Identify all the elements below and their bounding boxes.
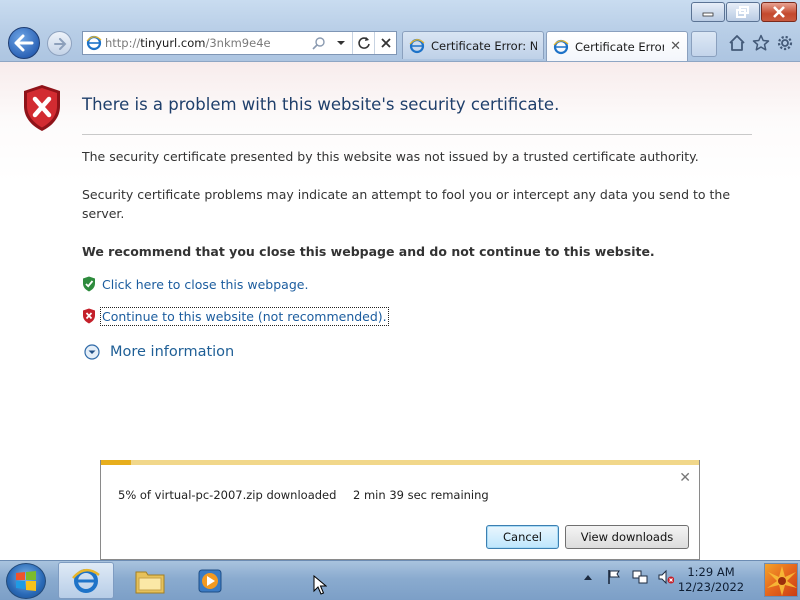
minimize-button[interactable] [691,2,725,22]
close-webpage-link[interactable]: Click here to close this webpage. [102,277,308,292]
windows-logo-icon [16,571,36,591]
ie-tab-icon [409,38,425,53]
mouse-cursor-icon [313,575,327,595]
tab-label: Certificate Error... [575,39,664,54]
ie-logo-icon [72,568,100,593]
download-notification-bar: 5% of virtual-pc-2007.zip downloaded 2 m… [100,460,700,560]
tab-close-icon[interactable]: ✕ [670,39,681,54]
speaker-muted-icon [658,569,674,585]
clock-time: 1:29 AM [687,565,735,579]
stop-button[interactable] [374,32,396,54]
flower-wallpaper-thumbnail-icon [767,566,797,596]
url-text[interactable]: http://tinyurl.com/3nkm9e4e [105,36,308,50]
media-player-icon [198,569,222,592]
divider [82,134,752,135]
tab-label: Certificate Error: N... [431,38,537,53]
shield-error-icon [24,85,60,131]
action-center-button[interactable] [606,569,622,585]
taskbar: 1:29 AM 12/23/2022 [0,560,800,600]
cancel-download-button[interactable]: Cancel [486,525,559,549]
warning-text: Security certificate problems may indica… [82,187,731,221]
folder-icon [135,571,165,593]
home-icon [728,34,745,51]
system-clock[interactable]: 1:29 AM 12/23/2022 [676,565,746,595]
ie-page-icon [83,32,105,54]
shield-check-icon [83,276,95,292]
show-hidden-icons-button[interactable] [580,569,596,585]
chevron-up-icon [584,575,592,580]
expand-chevron-icon [84,344,100,360]
minimize-icon [702,12,714,17]
forward-arrow-icon [53,37,66,50]
download-status-text: 5% of virtual-pc-2007.zip downloaded [118,488,337,502]
show-desktop-button[interactable] [764,563,798,597]
star-icon [752,34,769,51]
close-webpage-row: Click here to close this webpage. [82,276,308,292]
taskbar-internet-explorer[interactable] [58,562,114,599]
search-icon [312,37,325,50]
volume-button[interactable] [658,569,674,585]
network-button[interactable] [632,569,648,585]
favorites-button[interactable] [751,33,770,52]
stop-x-icon [380,38,391,48]
address-bar[interactable]: http://tinyurl.com/3nkm9e4e [82,31,397,55]
close-icon [773,6,785,18]
download-progress-fill [101,460,131,465]
restore-button[interactable] [726,2,760,22]
chevron-down-icon [337,41,345,45]
command-icons [727,33,794,52]
browser-toolbar: http://tinyurl.com/3nkm9e4e Certificate … [0,0,800,62]
system-tray [580,569,674,585]
clock-date: 12/23/2022 [677,580,745,594]
more-information-label: More information [110,344,235,360]
search-button[interactable] [308,32,330,54]
more-information-toggle[interactable]: More information [84,344,234,360]
tools-button[interactable] [775,33,794,52]
forward-button[interactable] [47,31,72,56]
url-path: /3nkm9e4e [205,36,271,50]
taskbar-windows-explorer[interactable] [122,562,178,599]
download-progress-track [101,460,699,465]
taskbar-media-player[interactable] [182,562,238,599]
flag-icon [608,570,620,584]
back-arrow-icon [14,34,34,52]
restore-icon [736,6,749,18]
new-tab-button[interactable] [691,31,717,57]
recommendation-text: We recommend that you close this webpage… [82,244,655,259]
explanation-text: The security certificate presented by th… [82,149,699,164]
url-host: tinyurl.com [140,36,206,50]
tab-certificate-error-2[interactable]: Certificate Error... ✕ [546,31,688,61]
refresh-icon [357,37,370,49]
address-dropdown-button[interactable] [330,32,352,54]
continue-row: Continue to this website (not recommende… [82,306,389,326]
start-button[interactable] [6,563,46,599]
gear-icon [777,35,792,50]
ie-tab-icon [553,39,569,54]
network-icon [632,570,648,584]
window-controls [691,2,797,22]
close-window-button[interactable] [761,2,797,22]
url-scheme: http:// [105,36,141,50]
refresh-button[interactable] [352,32,374,54]
back-button[interactable] [8,27,40,59]
continue-to-website-link[interactable]: Continue to this website (not recommende… [100,306,389,326]
view-downloads-button[interactable]: View downloads [565,525,689,549]
home-button[interactable] [727,33,746,52]
time-remaining-text: 2 min 39 sec remaining [353,488,489,502]
shield-x-icon [83,308,95,324]
close-download-bar-icon[interactable]: ✕ [679,470,691,486]
tab-certificate-error-1[interactable]: Certificate Error: N... [402,31,544,59]
page-title: There is a problem with this website's s… [82,95,560,114]
